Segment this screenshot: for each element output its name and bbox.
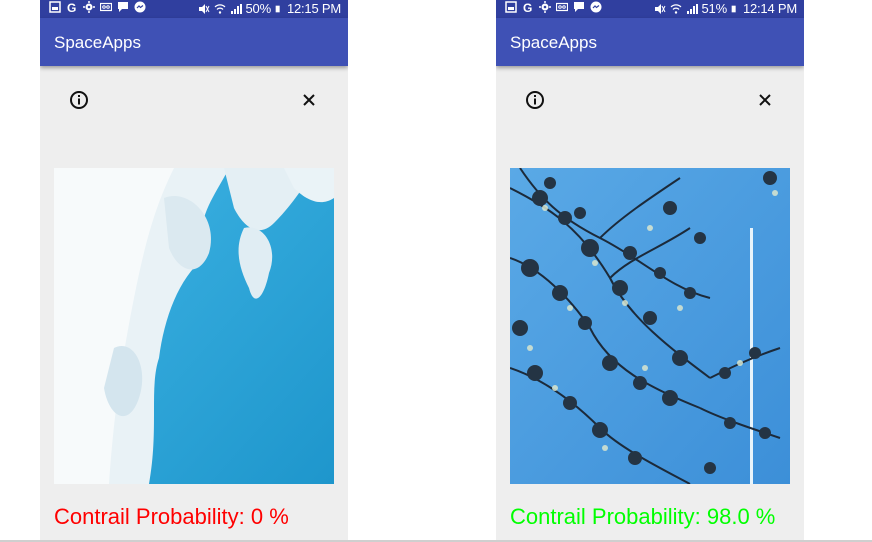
info-button[interactable] bbox=[523, 88, 547, 112]
wifi-icon bbox=[214, 3, 225, 14]
voicemail-icon bbox=[100, 2, 112, 12]
close-button[interactable] bbox=[753, 88, 777, 112]
notification-icons: G bbox=[49, 1, 146, 13]
clock: 12:14 PM bbox=[742, 1, 797, 16]
cloud-sky-photo bbox=[54, 168, 334, 484]
signal-icon bbox=[230, 3, 242, 14]
status-bar: G 51% 12:14 PM bbox=[496, 0, 804, 18]
signal-icon bbox=[686, 3, 698, 14]
contrail-probability-result: Contrail Probability: 98.0 % bbox=[510, 504, 776, 529]
svg-text:G: G bbox=[523, 1, 532, 13]
mute-icon bbox=[198, 3, 209, 14]
battery-percent: 50% bbox=[245, 1, 272, 16]
close-icon bbox=[759, 94, 771, 106]
mute-icon bbox=[654, 3, 665, 14]
google-icon: G bbox=[523, 1, 532, 13]
app-bar: SpaceApps bbox=[40, 18, 348, 66]
tree-branches-contrail-photo bbox=[510, 168, 790, 484]
message-icon bbox=[574, 2, 584, 12]
messenger-icon bbox=[134, 1, 146, 13]
app-title: SpaceApps bbox=[54, 33, 141, 52]
notification-icons: G bbox=[505, 1, 602, 13]
info-icon bbox=[70, 91, 88, 109]
info-button[interactable] bbox=[67, 88, 91, 112]
settings-icon bbox=[83, 1, 95, 13]
captured-photo bbox=[54, 168, 334, 484]
wifi-icon bbox=[670, 3, 681, 14]
battery-icon bbox=[275, 5, 280, 12]
info-icon bbox=[526, 91, 544, 109]
close-button[interactable] bbox=[297, 88, 321, 112]
google-icon: G bbox=[67, 1, 76, 13]
captured-photo bbox=[510, 168, 790, 484]
gallery-icon bbox=[49, 1, 61, 13]
status-indicators: 51% 12:14 PM bbox=[654, 1, 797, 16]
settings-icon bbox=[539, 1, 551, 13]
message-icon bbox=[118, 2, 128, 12]
phone-screen-right: G 51% 12:14 PM SpaceApps Contrail Probab… bbox=[496, 0, 804, 542]
contrail-probability-result: Contrail Probability: 0 % bbox=[54, 504, 289, 529]
clock: 12:15 PM bbox=[286, 1, 341, 16]
status-indicators: 50% 12:15 PM bbox=[198, 1, 341, 16]
battery-percent: 51% bbox=[701, 1, 728, 16]
gallery-icon bbox=[505, 1, 517, 13]
svg-text:G: G bbox=[67, 1, 76, 13]
battery-icon bbox=[731, 5, 736, 12]
app-title: SpaceApps bbox=[510, 33, 597, 52]
phone-screen-left: G 50% 12:15 PM SpaceApps Contrail Probab… bbox=[40, 0, 348, 542]
app-bar: SpaceApps bbox=[496, 18, 804, 66]
messenger-icon bbox=[590, 1, 602, 13]
status-bar: G 50% 12:15 PM bbox=[40, 0, 348, 18]
voicemail-icon bbox=[556, 2, 568, 12]
close-icon bbox=[303, 94, 315, 106]
